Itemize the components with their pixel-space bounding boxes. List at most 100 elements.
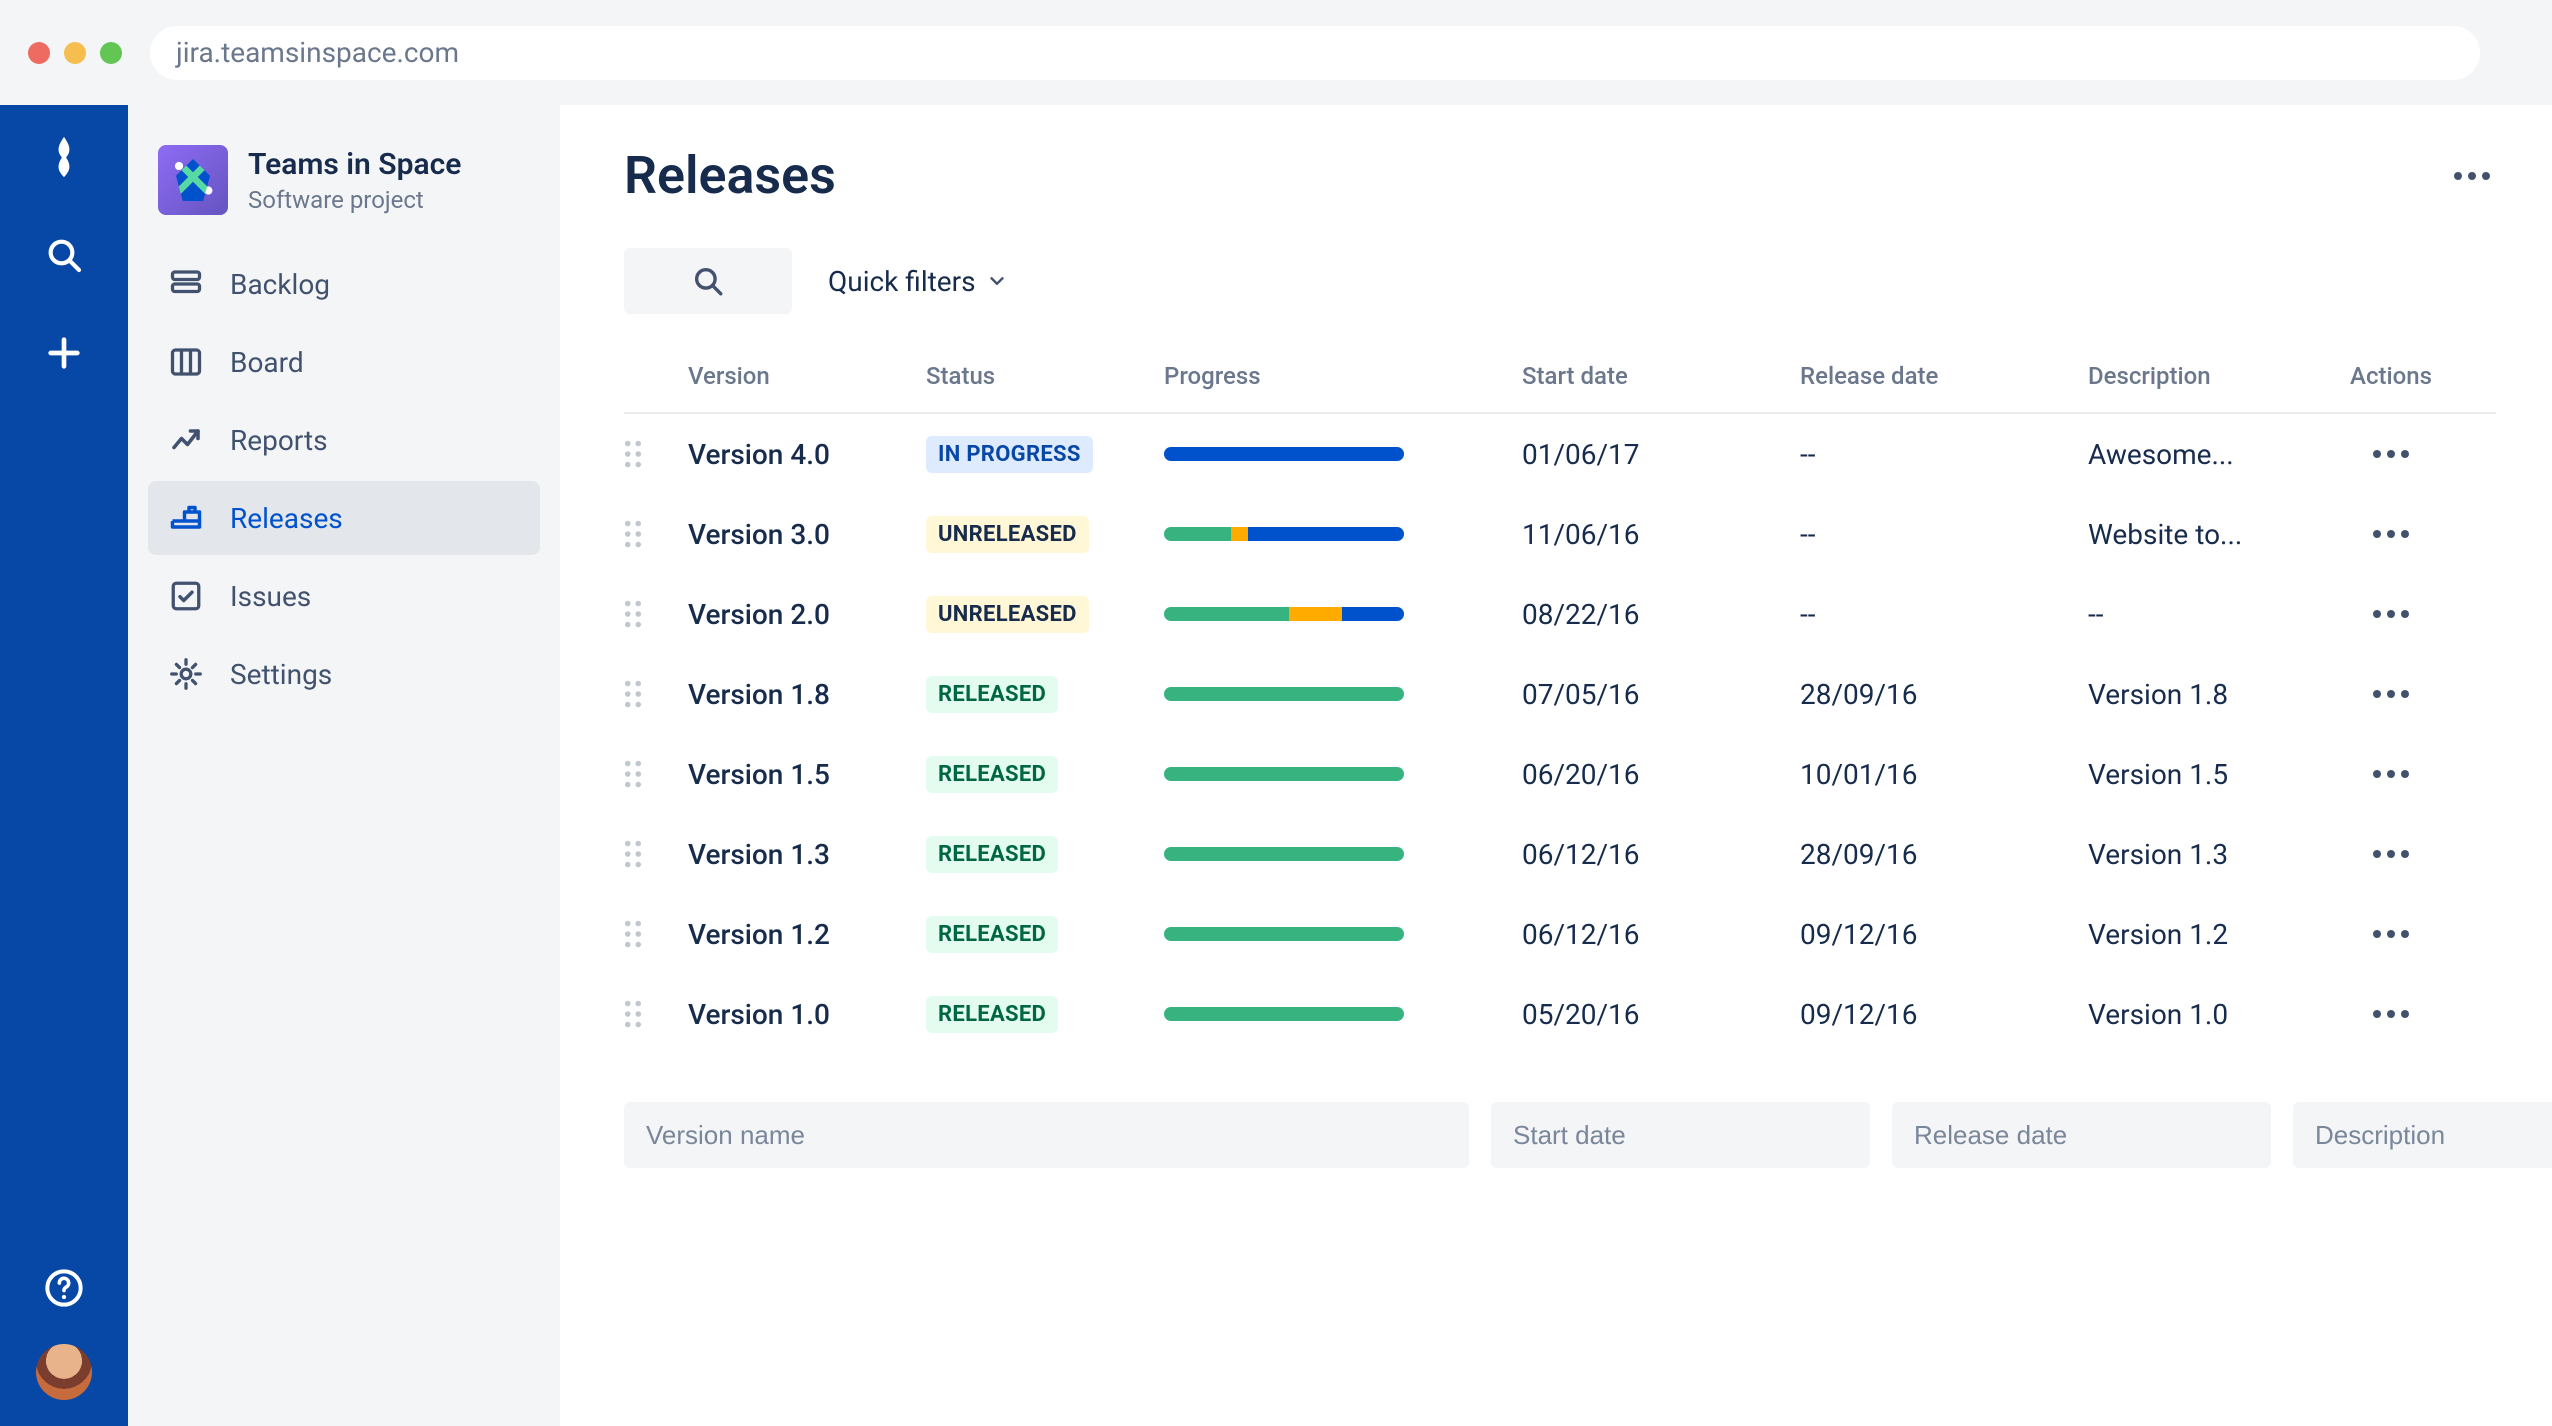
window-close-icon[interactable] bbox=[28, 42, 50, 64]
help-icon[interactable] bbox=[36, 1260, 92, 1316]
more-icon bbox=[2373, 530, 2409, 538]
status-badge: RELEASED bbox=[926, 836, 1058, 873]
progress-bar bbox=[1164, 607, 1404, 621]
cell-description: Version 1.3 bbox=[2088, 838, 2338, 871]
version-name-input[interactable] bbox=[624, 1102, 1469, 1168]
drag-handle-icon[interactable] bbox=[624, 840, 680, 868]
col-actions: Actions bbox=[2346, 362, 2436, 390]
drag-handle-icon[interactable] bbox=[624, 600, 680, 628]
col-desc: Description bbox=[2088, 362, 2338, 390]
status-badge: UNRELEASED bbox=[926, 516, 1089, 553]
cell-version: Version 4.0 bbox=[688, 438, 918, 471]
sidebar-item-issues[interactable]: Issues bbox=[148, 559, 540, 633]
cell-description: Version 1.5 bbox=[2088, 758, 2338, 791]
row-actions-button[interactable] bbox=[2346, 850, 2436, 858]
col-progress: Progress bbox=[1164, 362, 1514, 390]
drag-handle-icon[interactable] bbox=[624, 920, 680, 948]
row-actions-button[interactable] bbox=[2346, 530, 2436, 538]
drag-handle-icon[interactable] bbox=[624, 680, 680, 708]
table-row[interactable]: Version 2.0UNRELEASED08/22/16---- bbox=[624, 574, 2496, 654]
cell-start-date: 08/22/16 bbox=[1522, 598, 1792, 631]
cell-release-date: 10/01/16 bbox=[1800, 758, 2080, 791]
row-actions-button[interactable] bbox=[2346, 450, 2436, 458]
cell-progress bbox=[1164, 607, 1514, 621]
row-actions-button[interactable] bbox=[2346, 1010, 2436, 1018]
row-actions-button[interactable] bbox=[2346, 930, 2436, 938]
row-actions-button[interactable] bbox=[2346, 770, 2436, 778]
sidebar-item-label: Board bbox=[230, 346, 304, 379]
cell-progress bbox=[1164, 687, 1514, 701]
progress-bar bbox=[1164, 847, 1404, 861]
cell-description: Website to... bbox=[2088, 518, 2338, 551]
table-row[interactable]: Version 4.0IN PROGRESS01/06/17--Awesome.… bbox=[624, 414, 2496, 494]
project-sidebar: Teams in Space Software project Backlog B… bbox=[128, 105, 560, 1426]
window-maximize-icon[interactable] bbox=[100, 42, 122, 64]
cell-status: RELEASED bbox=[926, 835, 1156, 873]
row-actions-button[interactable] bbox=[2346, 690, 2436, 698]
cell-progress bbox=[1164, 527, 1514, 541]
cell-description: Version 1.0 bbox=[2088, 998, 2338, 1031]
progress-bar bbox=[1164, 927, 1404, 941]
cell-version: Version 1.8 bbox=[688, 678, 918, 711]
cell-release-date: 09/12/16 bbox=[1800, 918, 2080, 951]
row-actions-button[interactable] bbox=[2346, 610, 2436, 618]
cell-version: Version 1.0 bbox=[688, 998, 918, 1031]
backlog-icon bbox=[166, 264, 206, 304]
avatar-image bbox=[36, 1344, 92, 1400]
table-row[interactable]: Version 1.0RELEASED05/20/1609/12/16Versi… bbox=[624, 974, 2496, 1054]
col-status: Status bbox=[926, 362, 1156, 390]
sidebar-item-board[interactable]: Board bbox=[148, 325, 540, 399]
sidebar-item-settings[interactable]: Settings bbox=[148, 637, 540, 711]
col-version: Version bbox=[688, 362, 918, 390]
cell-start-date: 06/20/16 bbox=[1522, 758, 1792, 791]
settings-icon bbox=[166, 654, 206, 694]
sidebar-item-reports[interactable]: Reports bbox=[148, 403, 540, 477]
table-row[interactable]: Version 3.0UNRELEASED11/06/16--Website t… bbox=[624, 494, 2496, 574]
app: Teams in Space Software project Backlog B… bbox=[0, 105, 2552, 1426]
page-more-button[interactable] bbox=[2448, 152, 2496, 200]
url-bar[interactable]: jira.teamsinspace.com bbox=[150, 26, 2480, 80]
cell-status: UNRELEASED bbox=[926, 515, 1156, 553]
cell-start-date: 07/05/16 bbox=[1522, 678, 1792, 711]
description-input[interactable] bbox=[2293, 1102, 2552, 1168]
global-nav-rail bbox=[0, 105, 128, 1426]
jira-logo-icon[interactable] bbox=[36, 129, 92, 185]
url-text: jira.teamsinspace.com bbox=[176, 36, 459, 69]
cell-version: Version 1.2 bbox=[688, 918, 918, 951]
status-badge: RELEASED bbox=[926, 676, 1058, 713]
global-search-icon[interactable] bbox=[36, 227, 92, 283]
table-row[interactable]: Version 1.2RELEASED06/12/1609/12/16Versi… bbox=[624, 894, 2496, 974]
cell-version: Version 2.0 bbox=[688, 598, 918, 631]
table-row[interactable]: Version 1.8RELEASED07/05/1628/09/16Versi… bbox=[624, 654, 2496, 734]
search-input[interactable] bbox=[624, 248, 792, 314]
drag-handle-icon[interactable] bbox=[624, 760, 680, 788]
drag-handle-icon[interactable] bbox=[624, 1000, 680, 1028]
avatar[interactable] bbox=[36, 1344, 92, 1400]
release-date-input[interactable] bbox=[1892, 1102, 2271, 1168]
main-content: Releases Quick filters Version St bbox=[560, 105, 2552, 1426]
table-row[interactable]: Version 1.5RELEASED06/20/1610/01/16Versi… bbox=[624, 734, 2496, 814]
status-badge: RELEASED bbox=[926, 916, 1058, 953]
page-title: Releases bbox=[624, 145, 836, 206]
quick-filters-dropdown[interactable]: Quick filters bbox=[820, 265, 1016, 298]
cell-progress bbox=[1164, 847, 1514, 861]
window-minimize-icon[interactable] bbox=[64, 42, 86, 64]
start-date-input[interactable] bbox=[1491, 1102, 1870, 1168]
cell-release-date: -- bbox=[1800, 518, 2080, 551]
drag-handle-icon[interactable] bbox=[624, 520, 680, 548]
cell-start-date: 01/06/17 bbox=[1522, 438, 1792, 471]
project-header: Teams in Space Software project bbox=[148, 137, 540, 241]
more-icon bbox=[2373, 850, 2409, 858]
sidebar-item-releases[interactable]: Releases bbox=[148, 481, 540, 555]
progress-bar bbox=[1164, 447, 1404, 461]
cell-start-date: 06/12/16 bbox=[1522, 838, 1792, 871]
more-icon bbox=[2454, 172, 2490, 180]
global-create-icon[interactable] bbox=[36, 325, 92, 381]
progress-bar bbox=[1164, 527, 1404, 541]
releases-icon bbox=[166, 498, 206, 538]
cell-status: RELEASED bbox=[926, 995, 1156, 1033]
sidebar-item-backlog[interactable]: Backlog bbox=[148, 247, 540, 321]
new-release-row: Add bbox=[624, 1102, 2496, 1168]
table-row[interactable]: Version 1.3RELEASED06/12/1628/09/16Versi… bbox=[624, 814, 2496, 894]
drag-handle-icon[interactable] bbox=[624, 440, 680, 468]
